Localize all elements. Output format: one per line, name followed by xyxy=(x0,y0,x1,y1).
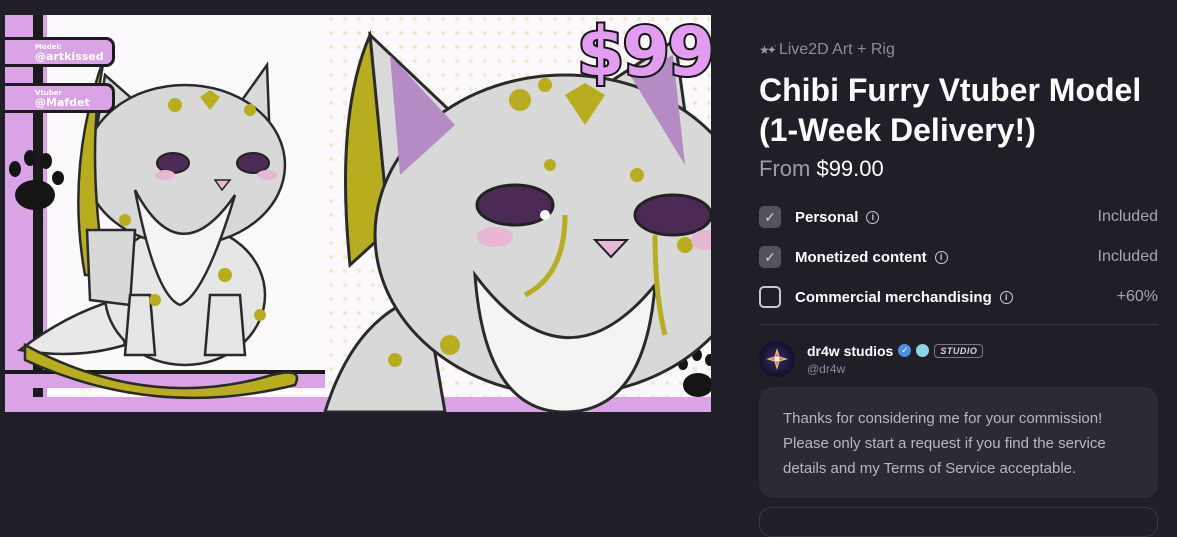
checkbox-unchecked[interactable] xyxy=(759,286,781,308)
price-prefix: From xyxy=(759,156,811,181)
stars-icon: ★✦˙ xyxy=(759,43,778,57)
info-icon[interactable]: i xyxy=(999,290,1013,304)
license-option-commercial[interactable]: Commercial merchandising i +60% xyxy=(759,277,1158,317)
artist-profile[interactable]: dr4w studios ✓ STUDIO @dr4w xyxy=(759,341,984,377)
artist-name[interactable]: dr4w studios xyxy=(807,343,893,359)
listing-price: From $99.00 xyxy=(759,156,884,182)
request-panel[interactable] xyxy=(759,507,1158,537)
license-options: ✓ Personal i Included ✓ Monetized conten… xyxy=(759,197,1158,317)
sparkle-logo-icon xyxy=(766,348,788,370)
divider xyxy=(759,324,1158,325)
listing-artwork[interactable]: Model: @artkissed Vtuber @Mafdet $99 xyxy=(5,15,711,412)
artist-name-row: dr4w studios ✓ STUDIO xyxy=(807,343,984,359)
license-option-personal[interactable]: ✓ Personal i Included xyxy=(759,197,1158,237)
checkbox-checked[interactable]: ✓ xyxy=(759,246,781,268)
artist-handle: @dr4w xyxy=(807,361,846,376)
listing-title: Chibi Furry Vtuber Model (1-Week Deliver… xyxy=(759,72,1142,148)
license-option-value: Included xyxy=(1097,248,1159,265)
model-credit-badge: Model: @artkissed xyxy=(5,37,115,67)
artist-message: Thanks for considering me for your commi… xyxy=(759,387,1158,498)
category-label: Live2D Art + Rig xyxy=(778,41,895,58)
info-icon[interactable]: i xyxy=(866,210,880,224)
artwork-price-text: $99 xyxy=(575,15,711,94)
price-amount: $99.00 xyxy=(816,156,884,181)
license-option-label: Personal xyxy=(795,208,859,226)
listing-category[interactable]: ★✦˙ Live2D Art + Rig xyxy=(759,41,895,59)
license-option-monetized[interactable]: ✓ Monetized content i Included xyxy=(759,237,1158,277)
license-option-value: +60% xyxy=(1116,288,1158,305)
info-icon[interactable]: i xyxy=(934,250,948,264)
model-credit-handle: @artkissed xyxy=(35,50,104,63)
vtuber-credit-handle: @Mafdet xyxy=(35,96,90,109)
vtuber-credit-badge: Vtuber @Mafdet xyxy=(5,83,115,113)
license-option-label: Monetized content xyxy=(795,248,927,266)
license-option-label: Commercial merchandising xyxy=(795,288,992,306)
studio-badge: STUDIO xyxy=(934,343,984,358)
license-option-value: Included xyxy=(1097,208,1159,225)
mascot-icon xyxy=(916,344,930,357)
artist-avatar[interactable] xyxy=(759,341,795,377)
checkbox-checked[interactable]: ✓ xyxy=(759,206,781,228)
artist-info: dr4w studios ✓ STUDIO @dr4w xyxy=(807,343,984,376)
verified-check-icon: ✓ xyxy=(898,344,912,357)
